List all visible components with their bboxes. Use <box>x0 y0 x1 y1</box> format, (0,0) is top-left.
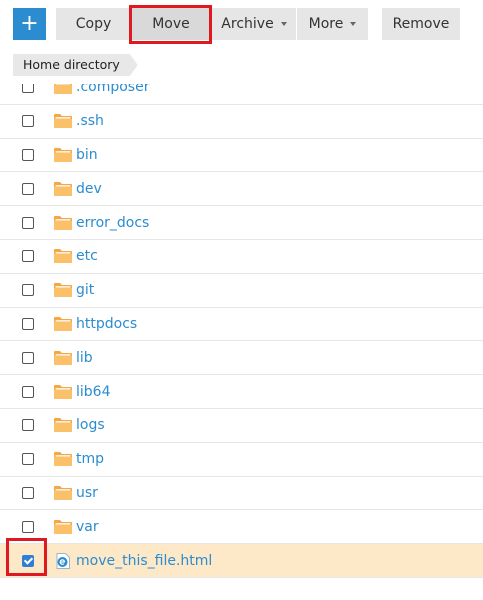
folder-icon <box>54 84 72 95</box>
folder-icon <box>54 316 72 331</box>
file-name-link[interactable]: etc <box>76 240 98 273</box>
copy-button[interactable]: Copy <box>56 8 131 40</box>
file-row[interactable]: lib64 <box>0 375 483 409</box>
file-name-link[interactable]: dev <box>76 172 102 205</box>
file-name-link[interactable]: var <box>76 510 99 543</box>
folder-icon <box>54 181 72 196</box>
row-checkbox[interactable] <box>22 317 34 330</box>
file-name-link[interactable]: .composer <box>76 84 149 104</box>
file-row[interactable]: error_docs <box>0 206 483 240</box>
folder-icon <box>54 452 72 467</box>
file-name-link[interactable]: usr <box>76 477 98 510</box>
file-name-link[interactable]: tmp <box>76 443 104 476</box>
row-checkbox[interactable] <box>22 351 34 364</box>
archive-button[interactable]: Archive <box>212 8 296 40</box>
file-name-link[interactable]: bin <box>76 139 98 172</box>
row-checkbox[interactable] <box>22 554 34 567</box>
file-row[interactable]: lib <box>0 341 483 376</box>
file-row[interactable]: httpdocs <box>0 308 483 342</box>
row-checkbox[interactable] <box>22 385 34 398</box>
row-checkbox[interactable] <box>22 419 34 432</box>
archive-label: Archive <box>221 16 274 32</box>
row-checkbox[interactable] <box>22 115 34 128</box>
folder-icon <box>54 249 72 264</box>
move-button[interactable]: Move <box>131 8 211 40</box>
row-checkbox[interactable] <box>22 216 34 229</box>
remove-button[interactable]: Remove <box>382 8 460 40</box>
row-checkbox[interactable] <box>22 284 34 297</box>
breadcrumb[interactable]: Home directory <box>13 54 138 76</box>
chevron-down-icon <box>350 22 357 26</box>
row-checkbox[interactable] <box>22 250 34 263</box>
file-row[interactable]: tmp <box>0 443 483 477</box>
file-row[interactable]: move_this_file.html <box>0 544 483 578</box>
html-file-icon <box>56 552 70 569</box>
folder-icon <box>54 215 72 230</box>
file-name-link[interactable]: lib <box>76 341 93 374</box>
file-name-link[interactable]: lib64 <box>76 375 110 408</box>
folder-icon <box>54 350 72 365</box>
folder-icon <box>54 147 72 162</box>
file-name-link[interactable]: .ssh <box>76 105 104 138</box>
folder-icon <box>54 384 72 399</box>
file-name-link[interactable]: git <box>76 274 94 307</box>
more-label: More <box>308 16 344 32</box>
file-row[interactable]: dev <box>0 172 483 207</box>
row-checkbox[interactable] <box>22 148 34 161</box>
folder-icon <box>54 519 72 534</box>
row-checkbox[interactable] <box>22 182 34 195</box>
file-manager: + Copy Move Archive More Remove Home dir… <box>0 0 483 600</box>
row-checkbox[interactable] <box>22 486 34 499</box>
folder-icon <box>54 114 72 129</box>
chevron-down-icon <box>280 22 287 26</box>
file-row[interactable]: logs <box>0 409 483 443</box>
folder-icon <box>54 283 72 298</box>
folder-icon <box>54 418 72 433</box>
folder-icon <box>54 485 72 500</box>
toolbar: + Copy Move Archive More Remove <box>0 0 483 46</box>
file-row[interactable]: .ssh <box>0 105 483 139</box>
row-checkbox[interactable] <box>22 453 34 466</box>
file-list: .composer .ssh bin dev error_docs etc git httpd… <box>0 84 483 600</box>
more-button[interactable]: More <box>297 8 368 40</box>
file-row[interactable]: bin <box>0 139 483 173</box>
file-row[interactable]: etc <box>0 240 483 274</box>
row-checkbox[interactable] <box>22 84 34 94</box>
file-row[interactable]: git <box>0 274 483 308</box>
file-name-link[interactable]: logs <box>76 409 105 442</box>
file-row[interactable]: .composer <box>0 84 483 105</box>
row-checkbox[interactable] <box>22 520 34 533</box>
file-name-link[interactable]: error_docs <box>76 206 149 239</box>
file-name-link[interactable]: move_this_file.html <box>76 544 212 577</box>
add-button[interactable]: + <box>13 8 46 40</box>
file-row[interactable]: usr <box>0 477 483 511</box>
file-name-link[interactable]: httpdocs <box>76 308 137 341</box>
file-row[interactable]: var <box>0 510 483 545</box>
